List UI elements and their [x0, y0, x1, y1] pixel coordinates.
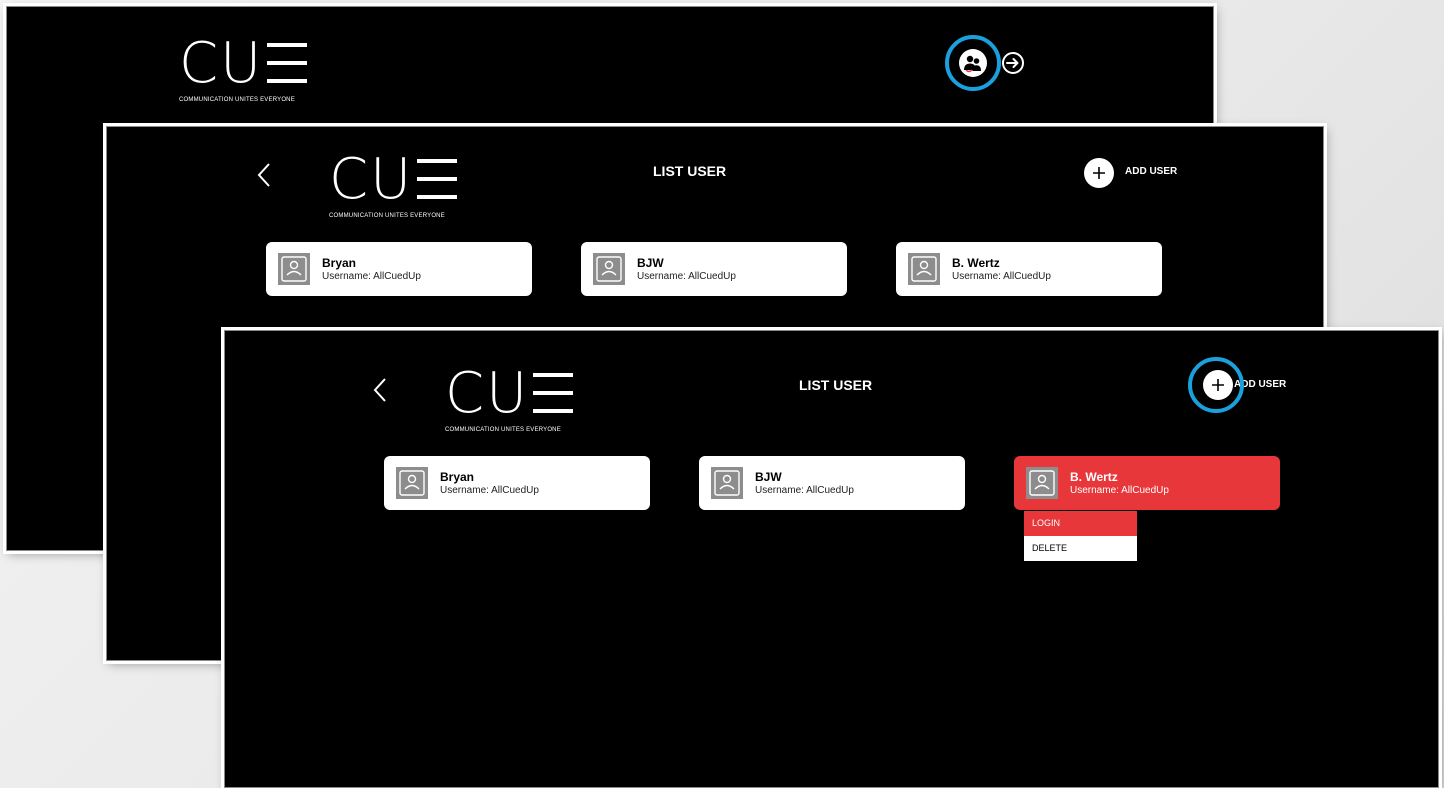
- add-user-button[interactable]: [1084, 158, 1114, 188]
- list-user-menu-screen: CU COMMUNICATION UNITES EVERYONE LIST US…: [224, 330, 1439, 788]
- logo-tagline: COMMUNICATION UNITES EVERYONE: [329, 213, 445, 219]
- user-username: Username: AllCuedUp: [1070, 484, 1169, 496]
- page-title: LIST USER: [799, 377, 873, 393]
- user-username: Username: AllCuedUp: [952, 270, 1051, 282]
- user-username: Username: AllCuedUp: [322, 270, 421, 282]
- logo-tagline: COMMUNICATION UNITES EVERYONE: [445, 427, 561, 433]
- user-card-b-wertz[interactable]: B. Wertz Username: AllCuedUp: [896, 242, 1162, 296]
- logo-e-mark: [267, 43, 308, 83]
- menu-item-login[interactable]: LOGIN: [1024, 511, 1137, 536]
- user-name: Bryan: [440, 469, 475, 484]
- add-user-label[interactable]: ADD USER: [1125, 166, 1177, 177]
- user-name: Bryan: [322, 255, 357, 270]
- user-name: BJW: [637, 255, 664, 270]
- account-icon: [396, 467, 428, 499]
- logo-letters: CU: [445, 361, 530, 426]
- logo-e-mark: [417, 159, 458, 199]
- account-icon: [593, 253, 625, 285]
- logo-tagline: COMMUNICATION UNITES EVERYONE: [179, 97, 295, 103]
- cue-logo: CU COMMUNICATION UNITES EVERYONE: [445, 361, 595, 433]
- user-name: B. Wertz: [1070, 469, 1118, 484]
- page-title: LIST USER: [653, 163, 727, 179]
- user-username: Username: AllCuedUp: [755, 484, 854, 496]
- user-card-bryan[interactable]: Bryan Username: AllCuedUp: [384, 456, 650, 510]
- user-card-b-wertz-selected[interactable]: B. Wertz Username: AllCuedUp: [1014, 456, 1280, 510]
- cue-logo: CU COMMUNICATION UNITES EVERYONE: [329, 147, 479, 219]
- logo-e-mark: [533, 373, 574, 413]
- user-name: BJW: [755, 469, 782, 484]
- user-card-bjw[interactable]: BJW Username: AllCuedUp: [581, 242, 847, 296]
- highlight-ring-users: [945, 35, 1001, 91]
- account-icon: [278, 253, 310, 285]
- user-card-bjw[interactable]: BJW Username: AllCuedUp: [699, 456, 965, 510]
- highlight-ring-add: [1188, 357, 1244, 413]
- user-username: Username: AllCuedUp: [440, 484, 539, 496]
- logo-letters: CU: [329, 147, 414, 212]
- menu-item-delete[interactable]: DELETE: [1024, 536, 1137, 561]
- user-context-menu: LOGIN DELETE: [1024, 511, 1137, 561]
- user-name: B. Wertz: [952, 255, 1000, 270]
- user-username: Username: AllCuedUp: [637, 270, 736, 282]
- account-icon: [908, 253, 940, 285]
- login-icon[interactable]: [1001, 51, 1025, 75]
- cue-logo: CU COMMUNICATION UNITES EVERYONE: [179, 31, 329, 103]
- logo-letters: CU: [179, 31, 264, 96]
- account-icon: [711, 467, 743, 499]
- account-icon: [1026, 467, 1058, 499]
- user-card-bryan[interactable]: Bryan Username: AllCuedUp: [266, 242, 532, 296]
- chevron-left-icon[interactable]: [255, 162, 275, 188]
- chevron-left-icon[interactable]: [371, 377, 391, 403]
